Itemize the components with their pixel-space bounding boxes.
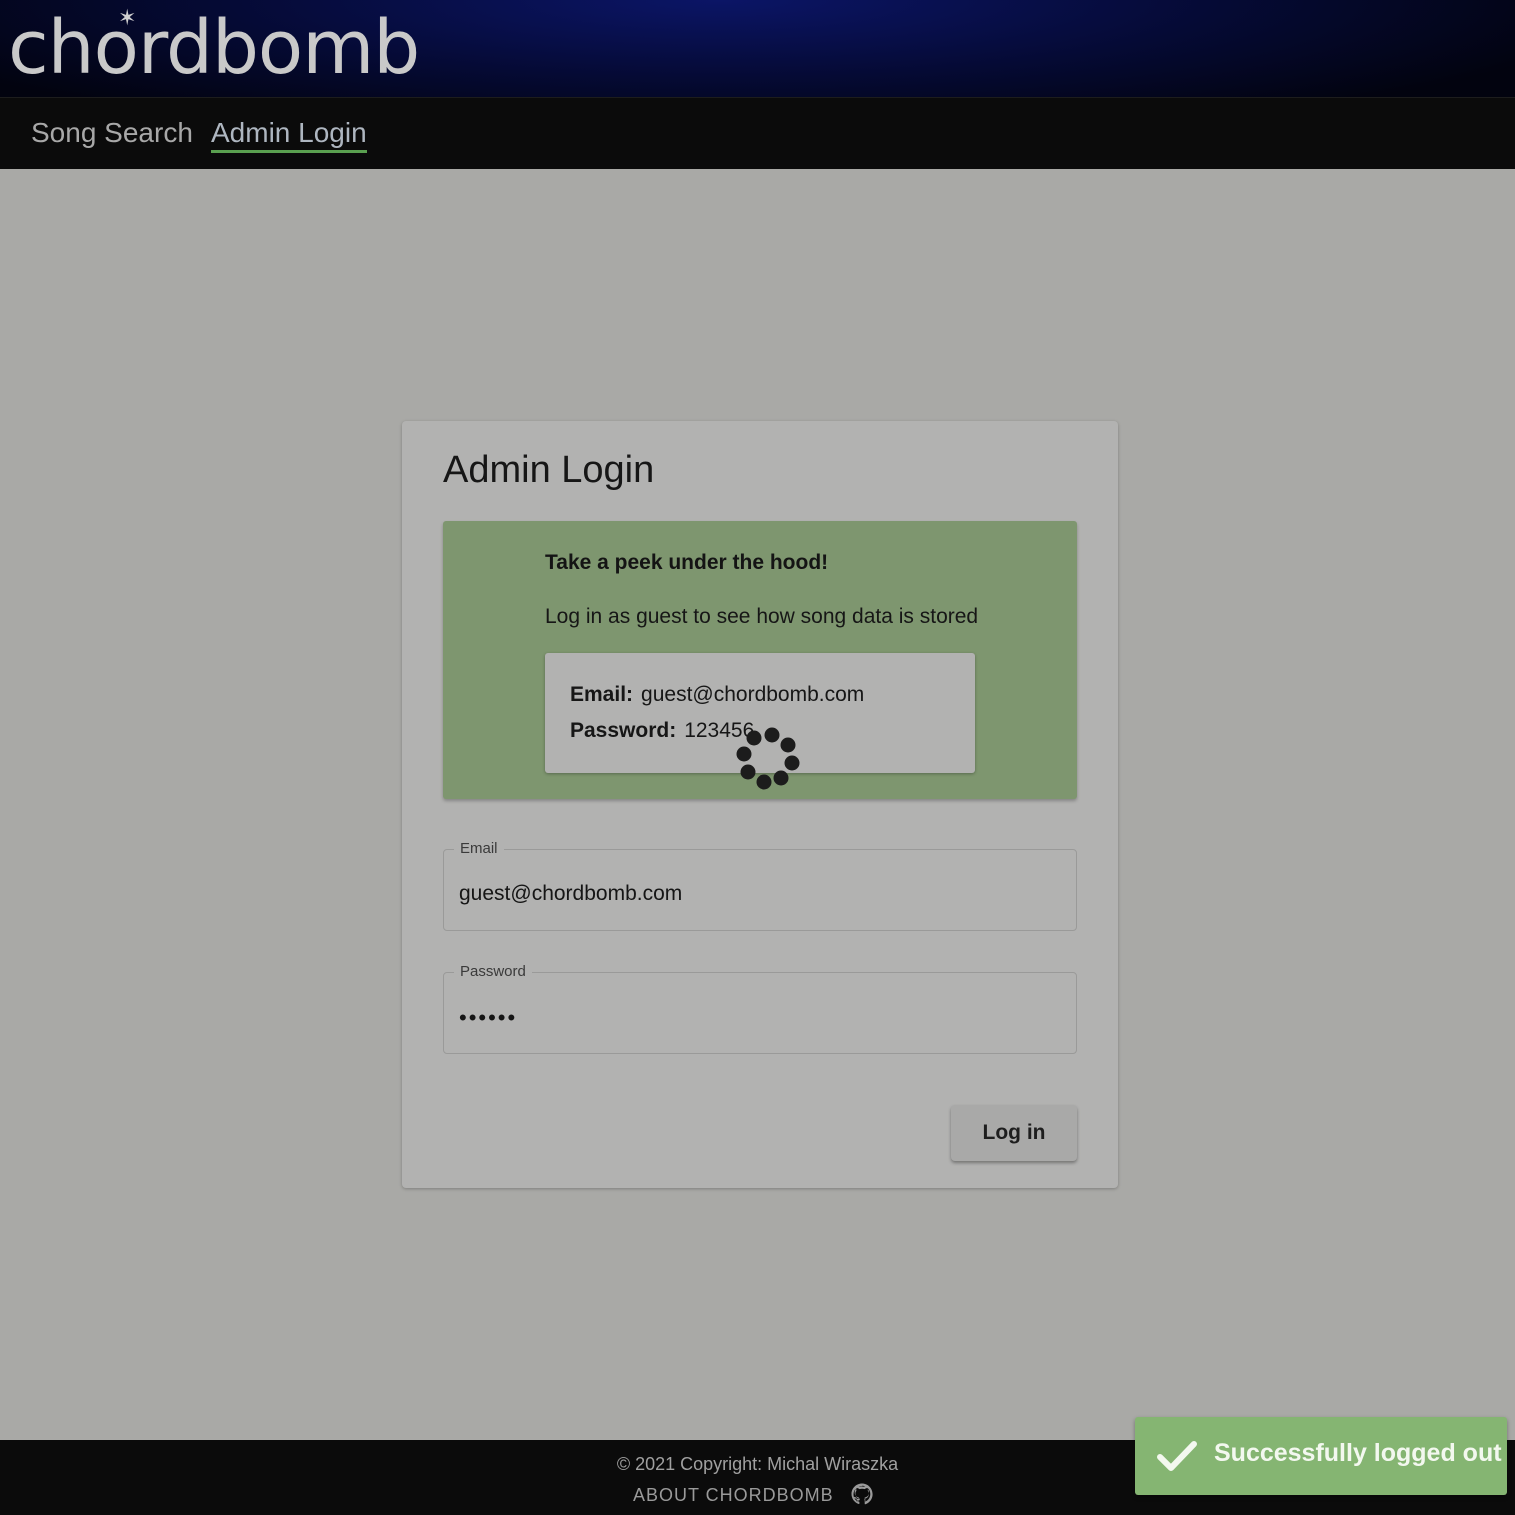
email-input[interactable] (459, 882, 1059, 906)
github-icon[interactable] (850, 1482, 874, 1506)
login-card: Admin Login Take a peek under the hood! … (402, 421, 1118, 1188)
loading-spinner-icon (736, 727, 800, 790)
check-icon (1157, 1441, 1197, 1471)
info-body: Log in as guest to see how song data is … (545, 605, 979, 628)
email-field[interactable]: Email (443, 840, 1077, 931)
info-heading: Take a peek under the hood! (545, 551, 829, 574)
toast-message: Successfully logged out (1214, 1439, 1502, 1467)
password-field-label: Password (454, 963, 532, 981)
nav-song-search[interactable]: Song Search (31, 116, 193, 150)
site-header: chordbomb ✶ (0, 0, 1515, 98)
password-field[interactable]: Password •••••• (443, 963, 1077, 1054)
page-title: Admin Login (443, 449, 655, 491)
about-link[interactable]: ABOUT CHORDBOMB (633, 1482, 874, 1506)
nav-admin-login[interactable]: Admin Login (211, 116, 367, 153)
top-nav: Song Search Admin Login (0, 98, 1515, 169)
fuse-spark-icon: ✶ (118, 6, 136, 31)
cred-email-label: Email: (570, 683, 634, 706)
cred-password-row: Password: 123456 (570, 719, 754, 743)
logo-text: chordbomb (8, 5, 420, 91)
cred-email-value: guest@chordbomb.com (641, 683, 865, 706)
cred-email-row: Email: guest@chordbomb.com (570, 683, 864, 707)
success-toast[interactable]: Successfully logged out (1135, 1417, 1507, 1495)
site-logo[interactable]: chordbomb ✶ (8, 4, 420, 92)
login-button[interactable]: Log in (951, 1105, 1077, 1161)
about-label: ABOUT CHORDBOMB (633, 1485, 834, 1505)
email-field-label: Email (454, 840, 504, 858)
cred-password-label: Password: (570, 719, 677, 742)
password-input[interactable]: •••••• (459, 1005, 1059, 1031)
